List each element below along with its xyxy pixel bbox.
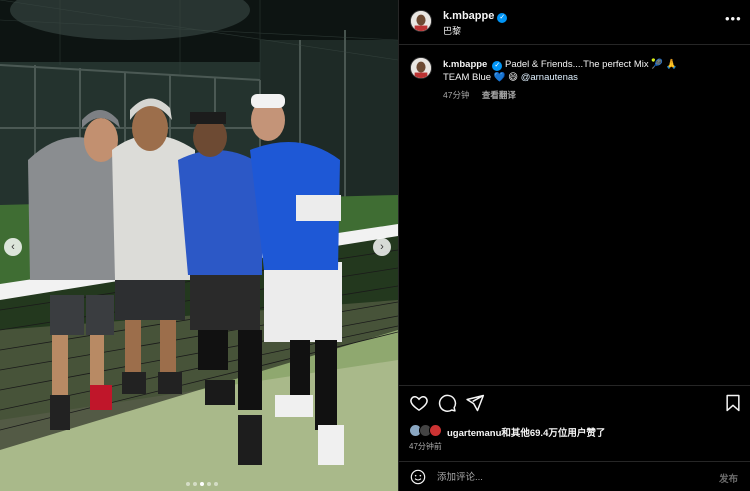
carousel-dot [193,482,197,486]
caption-line1: Padel & Friends....The perfect Mix 🎾 🙏 [505,59,678,70]
blue-heart-emoji: 💙 [493,72,506,83]
smile-emoji: 😄 [508,72,519,83]
comment-input[interactable] [437,469,677,485]
caption-line2-prefix: TEAM Blue [443,72,494,83]
emoji-picker-button[interactable] [410,469,426,485]
carousel-next-button[interactable]: › [373,238,391,256]
mention-link[interactable]: @arnautenas [521,72,578,83]
carousel-dots [186,482,218,486]
carousel-dot [214,482,218,486]
post-time: 47分钟前 [409,442,442,451]
action-bar [409,393,743,415]
photo-image [0,0,398,491]
liker-avatars [409,424,445,438]
bookmark-icon [726,394,740,412]
caption-time: 47分钟 [443,90,470,100]
comment-icon [438,394,457,412]
comment-button[interactable] [437,393,457,413]
header-username-wrap[interactable]: k.mbappe ✓ [443,10,508,23]
caption-username[interactable]: k.mbappe [443,59,487,70]
chevron-left-icon: ‹ [11,241,15,253]
avatar[interactable] [410,57,432,79]
comment-bar: 发布 [399,462,750,491]
avatar[interactable] [410,10,432,32]
likes-count[interactable]: ugartemanu和其他69.4万位用户赞了 [447,425,605,439]
post-photo[interactable]: ‹ › [0,0,398,491]
more-horizontal-icon: ••• [725,11,742,26]
carousel-dot [207,482,211,486]
post-location[interactable]: 巴黎 [443,24,461,37]
like-button[interactable] [409,393,429,413]
carousel-dot [186,482,190,486]
smiley-icon [410,469,426,485]
more-options-button[interactable]: ••• [725,11,742,26]
share-button[interactable] [465,393,485,413]
liker-avatar [429,424,442,437]
header-username[interactable]: k.mbappe [443,10,494,22]
verified-badge-icon: ✓ [492,61,503,71]
caption-meta: 47分钟 查看翻译 [443,89,526,101]
caption-text: k.mbappe ✓ Padel & Friends....The perfect… [443,58,733,84]
save-button[interactable] [723,393,743,413]
likes-summary[interactable]: ugartemanu和其他69.4万位用户赞了 [409,424,743,439]
chevron-right-icon: › [380,241,384,253]
send-icon [466,394,485,412]
post-comment-button[interactable]: 发布 [719,471,738,485]
post-header: k.mbappe ✓ 巴黎 ••• [399,0,750,45]
carousel-prev-button[interactable]: ‹ [4,238,22,256]
divider [399,385,750,386]
verified-badge-icon: ✓ [497,13,508,23]
see-translation-link[interactable]: 查看翻译 [482,90,516,100]
carousel-dot-active [200,482,204,486]
heart-icon [410,395,428,411]
post-sidebar: k.mbappe ✓ 巴黎 ••• k.mbappe ✓ Padel & Frien… [398,0,750,491]
